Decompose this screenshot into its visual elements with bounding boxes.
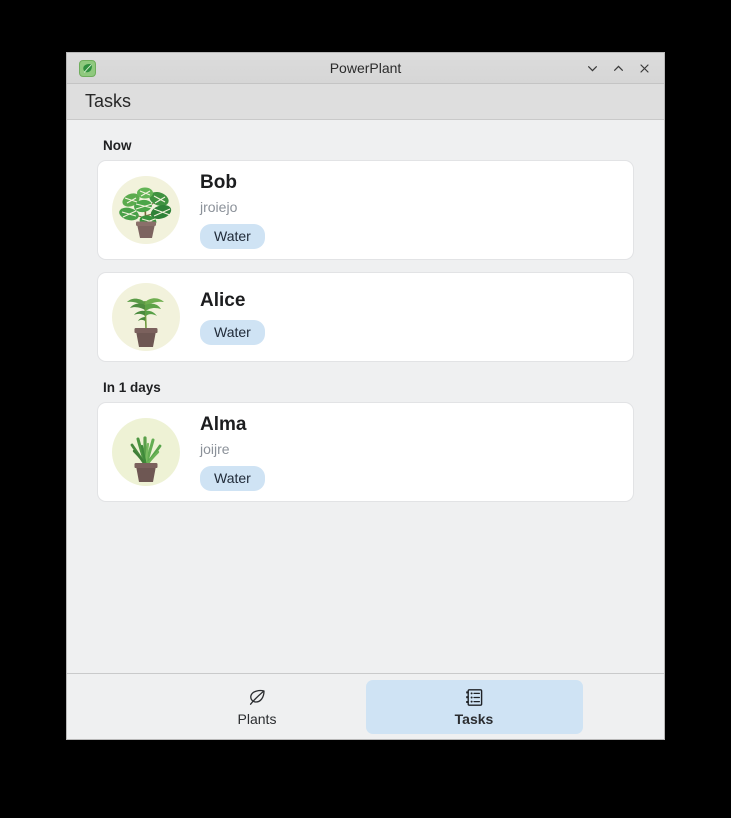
page-headerbar: Tasks bbox=[67, 84, 664, 120]
task-card[interactable]: Alma joijre Water bbox=[97, 401, 634, 502]
palm-sapling-icon bbox=[112, 282, 180, 351]
aloe-plant-icon bbox=[112, 417, 180, 486]
task-card-subtitle: joijre bbox=[200, 440, 230, 457]
task-badge-water[interactable]: Water bbox=[200, 223, 265, 249]
task-badge-row: Water bbox=[200, 465, 265, 491]
task-list-icon bbox=[464, 687, 485, 709]
page-title: Tasks bbox=[85, 91, 132, 111]
window-title: PowerPlant bbox=[329, 60, 402, 76]
group-label: In 1 days bbox=[103, 379, 161, 395]
nav-label-tasks: Tasks bbox=[454, 710, 494, 727]
nav-item-plants[interactable]: Plants bbox=[149, 680, 366, 734]
task-group-in-1-days: In 1 days Alma joijre Water bbox=[97, 380, 634, 502]
task-list-content: Now Bob jroiejo Water Alice Water In 1 d… bbox=[67, 120, 664, 673]
task-card-name: Bob bbox=[200, 172, 237, 193]
bottom-navigation: Plants Tasks bbox=[67, 673, 664, 739]
task-card-body: Alice Water bbox=[200, 289, 265, 346]
task-card-subtitle: jroiejo bbox=[200, 198, 238, 215]
task-card[interactable]: Bob jroiejo Water bbox=[97, 160, 634, 260]
chevron-up-icon[interactable] bbox=[610, 60, 626, 76]
task-badge-row: Water bbox=[200, 223, 265, 249]
task-card-name: Alice bbox=[200, 289, 246, 311]
leaf-outline-icon bbox=[247, 687, 268, 709]
chevron-down-icon[interactable] bbox=[584, 60, 600, 76]
task-badge-row: Water bbox=[200, 320, 265, 346]
task-group-now: Now Bob jroiejo Water Alice Water bbox=[97, 138, 634, 362]
monstera-plant-icon bbox=[112, 175, 180, 244]
app-window: PowerPlant Tasks Now Bob jroiejo Water A… bbox=[66, 52, 665, 740]
task-card-body: Alma joijre Water bbox=[200, 413, 265, 491]
task-card-name: Alma bbox=[200, 413, 247, 435]
close-icon[interactable] bbox=[636, 60, 652, 76]
nav-label-plants: Plants bbox=[237, 710, 277, 727]
nav-item-tasks[interactable]: Tasks bbox=[365, 679, 583, 734]
window-titlebar: PowerPlant bbox=[67, 53, 664, 84]
group-label: Now bbox=[103, 138, 132, 153]
leaf-icon bbox=[79, 59, 96, 77]
task-card[interactable]: Alice Water bbox=[97, 271, 634, 362]
task-badge-water[interactable]: Water bbox=[200, 465, 265, 491]
task-card-body: Bob jroiejo Water bbox=[200, 171, 265, 249]
window-controls bbox=[584, 60, 658, 76]
task-badge-water[interactable]: Water bbox=[200, 320, 265, 346]
